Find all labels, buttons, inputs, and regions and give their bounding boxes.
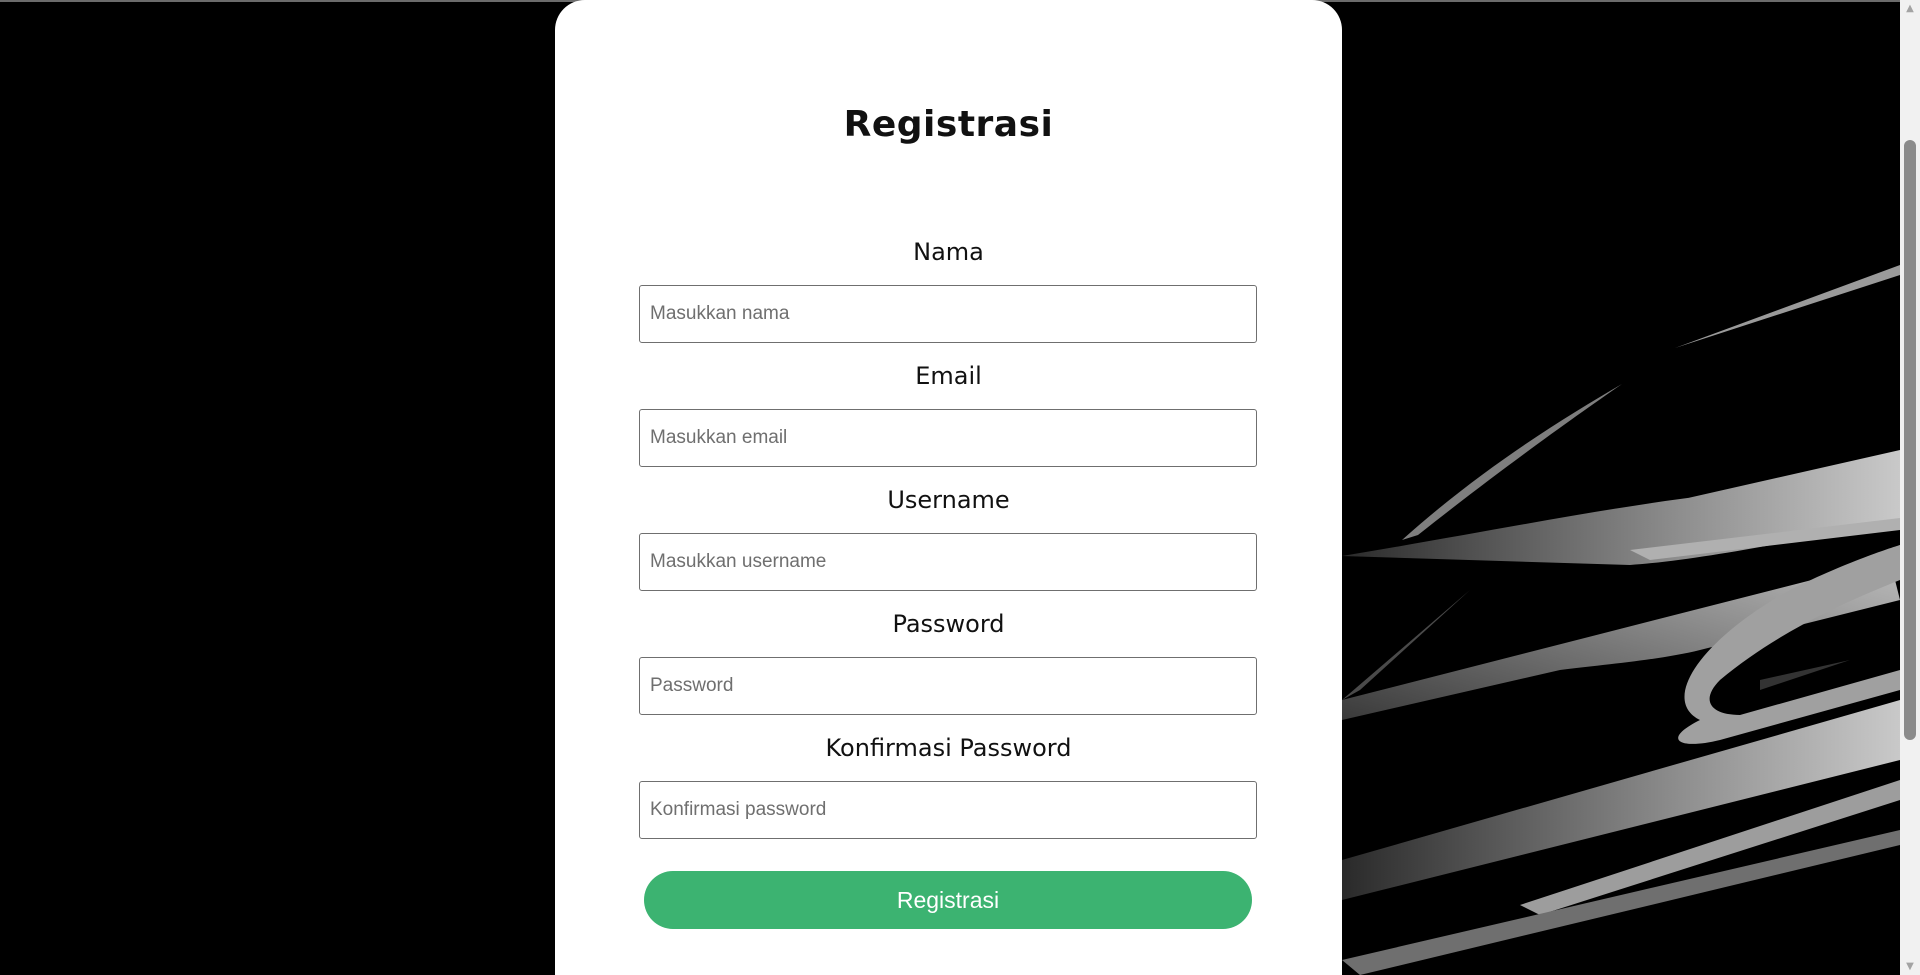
- vertical-scrollbar[interactable]: ▲ ▼: [1900, 0, 1920, 975]
- page-title: Registrasi: [843, 104, 1054, 145]
- email-label: Email: [915, 362, 982, 390]
- triangle-down-icon[interactable]: ▼: [1900, 958, 1920, 975]
- registration-card: Registrasi Nama Email Username Password …: [555, 0, 1342, 975]
- confirm-password-field[interactable]: [639, 781, 1257, 839]
- confirm-password-label: Konfirmasi Password: [825, 734, 1072, 762]
- name-label: Nama: [913, 238, 984, 266]
- scrollbar-thumb[interactable]: [1904, 140, 1916, 740]
- register-button[interactable]: Registrasi: [644, 871, 1252, 929]
- password-label: Password: [892, 610, 1005, 638]
- name-field[interactable]: [639, 285, 1257, 343]
- username-field[interactable]: [639, 533, 1257, 591]
- registration-page: Registrasi Nama Email Username Password …: [0, 0, 1920, 975]
- email-field[interactable]: [639, 409, 1257, 467]
- triangle-up-icon[interactable]: ▲: [1900, 0, 1920, 17]
- username-label: Username: [887, 486, 1010, 514]
- password-field[interactable]: [639, 657, 1257, 715]
